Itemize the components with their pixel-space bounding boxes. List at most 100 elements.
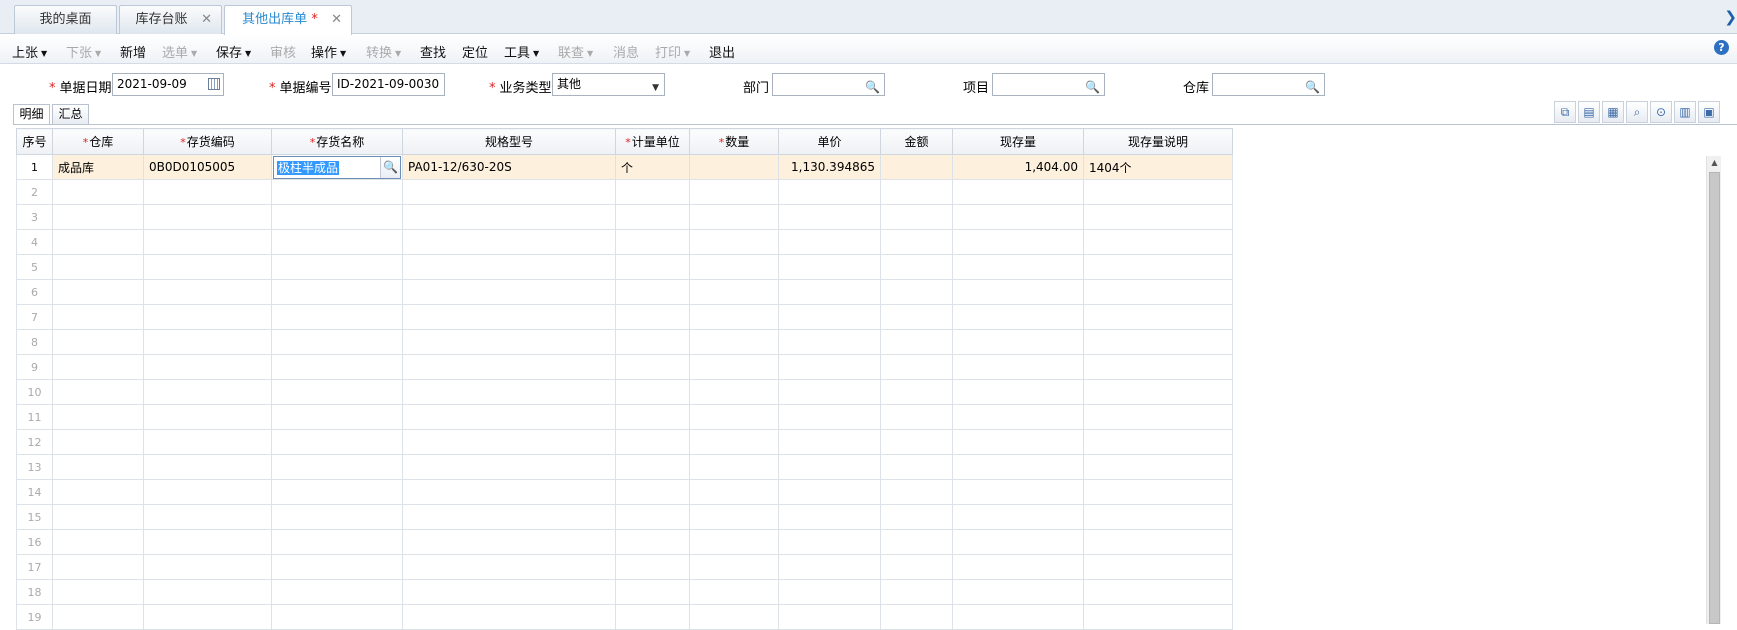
search-icon[interactable]: 🔍	[1085, 77, 1100, 98]
grid-cell[interactable]	[52, 279, 144, 305]
grid-cell[interactable]	[615, 229, 690, 255]
grid-cell[interactable]	[402, 179, 616, 205]
table-row[interactable]: 11	[16, 404, 1233, 430]
table-row[interactable]: 1 成品库 0B0D0105005 极柱半成品 🔍 PA01-12/630-20…	[16, 154, 1233, 180]
grid-cell[interactable]	[402, 204, 616, 230]
grid-cell[interactable]	[271, 429, 403, 455]
grid-cell[interactable]	[615, 554, 690, 580]
grid-cell[interactable]	[778, 404, 881, 430]
grid-cell[interactable]	[402, 254, 616, 280]
preview-icon[interactable]: ⌕	[1626, 101, 1648, 123]
grid-cell[interactable]	[143, 354, 272, 380]
grid-cell[interactable]	[52, 229, 144, 255]
grid-cell[interactable]	[271, 504, 403, 530]
grid-cell[interactable]	[689, 379, 779, 405]
grid-cell[interactable]	[778, 279, 881, 305]
grid-cell[interactable]	[689, 604, 779, 630]
grid-cell[interactable]	[952, 354, 1084, 380]
grid-cell[interactable]	[615, 604, 690, 630]
calendar-icon[interactable]	[208, 78, 220, 90]
grid-cell[interactable]	[143, 579, 272, 605]
audit-button[interactable]: 审核	[270, 42, 296, 61]
grid-cell[interactable]	[778, 554, 881, 580]
grid-cell[interactable]	[271, 379, 403, 405]
grid-cell[interactable]	[271, 404, 403, 430]
grid-cell[interactable]	[52, 404, 144, 430]
grid-cell[interactable]	[402, 329, 616, 355]
grid-cell[interactable]	[52, 579, 144, 605]
grid-cell[interactable]	[143, 529, 272, 555]
grid-cell[interactable]	[952, 604, 1084, 630]
grid-cell[interactable]	[880, 304, 953, 330]
table-row[interactable]: 15	[16, 504, 1233, 530]
grid-cell[interactable]	[1083, 279, 1233, 305]
grid-cell[interactable]	[402, 454, 616, 480]
grid-cell[interactable]	[778, 304, 881, 330]
grid-cell[interactable]	[402, 304, 616, 330]
prev-button[interactable]: 上张 ▼	[12, 42, 47, 61]
grid-cell[interactable]	[271, 529, 403, 555]
column-header[interactable]: *存货名称	[271, 128, 403, 155]
doc-number-field[interactable]: ID-2021-09-0030	[332, 73, 445, 96]
cell-unit-price[interactable]: 1,130.394865	[778, 154, 881, 180]
linked-query-button[interactable]: 联查 ▼	[558, 42, 593, 61]
grid-cell[interactable]	[689, 229, 779, 255]
export-excel-icon[interactable]: ▦	[1602, 101, 1624, 123]
column-header[interactable]: *仓库	[52, 128, 144, 155]
grid-cell[interactable]	[1083, 204, 1233, 230]
grid-cell[interactable]	[880, 379, 953, 405]
grid-cell[interactable]	[1083, 379, 1233, 405]
table-row[interactable]: 5	[16, 254, 1233, 280]
grid-cell[interactable]	[52, 604, 144, 630]
column-header[interactable]: 现存量说明	[1083, 128, 1233, 155]
grid-cell[interactable]	[689, 529, 779, 555]
grid-cell[interactable]	[778, 204, 881, 230]
search-doc-icon[interactable]: ⊙	[1650, 101, 1672, 123]
grid-cell[interactable]	[52, 354, 144, 380]
grid-cell[interactable]	[778, 579, 881, 605]
grid-cell[interactable]	[689, 329, 779, 355]
item-name-input[interactable]: 极柱半成品	[277, 160, 340, 175]
grid-cell[interactable]	[402, 354, 616, 380]
table-row[interactable]: 7	[16, 304, 1233, 330]
grid-cell[interactable]	[952, 529, 1084, 555]
select-doc-button[interactable]: 选单 ▼	[162, 42, 197, 61]
grid-cell[interactable]	[952, 404, 1084, 430]
grid-cell[interactable]	[1083, 529, 1233, 555]
grid-cell[interactable]	[952, 504, 1084, 530]
grid-cell[interactable]	[778, 179, 881, 205]
grid-cell[interactable]	[880, 479, 953, 505]
table-row[interactable]: 12	[16, 429, 1233, 455]
grid-scrollbar[interactable]: ▲	[1706, 156, 1721, 624]
grid-cell[interactable]	[143, 229, 272, 255]
grid-cell[interactable]	[52, 454, 144, 480]
subtab-summary[interactable]: 汇总	[52, 104, 89, 124]
operation-button[interactable]: 操作 ▼	[311, 42, 346, 61]
grid-cell[interactable]	[952, 454, 1084, 480]
convert-button[interactable]: 转换 ▼	[366, 42, 401, 61]
grid-cell[interactable]	[778, 529, 881, 555]
grid-cell[interactable]	[143, 429, 272, 455]
grid-cell[interactable]	[1083, 404, 1233, 430]
table-row[interactable]: 6	[16, 279, 1233, 305]
table-row[interactable]: 17	[16, 554, 1233, 580]
grid-cell[interactable]	[689, 279, 779, 305]
grid-cell[interactable]	[880, 504, 953, 530]
save-button[interactable]: 保存 ▼	[216, 42, 251, 61]
grid-cell[interactable]	[271, 479, 403, 505]
save-layout-icon[interactable]: ▣	[1698, 101, 1720, 123]
grid-cell[interactable]	[1083, 304, 1233, 330]
grid-cell[interactable]	[952, 479, 1084, 505]
grid-cell[interactable]	[271, 179, 403, 205]
grid-cell[interactable]	[952, 279, 1084, 305]
tools-button[interactable]: 工具 ▼	[504, 42, 539, 61]
grid-cell[interactable]	[402, 229, 616, 255]
grid-cell[interactable]	[778, 354, 881, 380]
grid-cell[interactable]	[52, 504, 144, 530]
grid-cell[interactable]	[880, 279, 953, 305]
grid-cell[interactable]	[1083, 579, 1233, 605]
grid-cell[interactable]	[880, 354, 953, 380]
grid-cell[interactable]	[402, 379, 616, 405]
table-row[interactable]: 16	[16, 529, 1233, 555]
grid-cell[interactable]	[689, 354, 779, 380]
